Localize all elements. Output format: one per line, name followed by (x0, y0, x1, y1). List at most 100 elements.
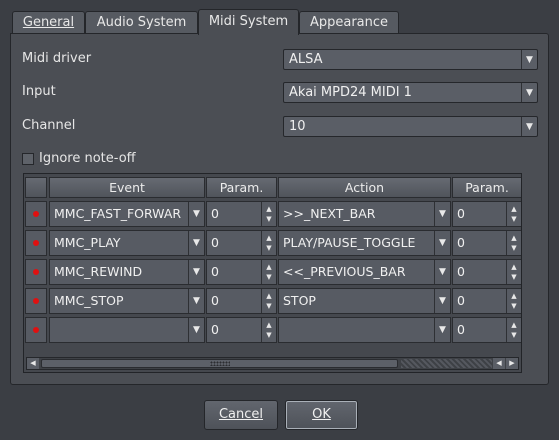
table-row-marker[interactable] (25, 259, 47, 285)
spin-down-icon[interactable]: ▼ (262, 301, 276, 311)
chevron-down-icon[interactable]: ▼ (188, 318, 204, 342)
spin-up-icon[interactable]: ▲ (507, 291, 521, 301)
spin-up-icon[interactable]: ▲ (262, 291, 276, 301)
chevron-down-icon[interactable]: ▼ (188, 289, 204, 313)
tab-general[interactable]: General (12, 11, 85, 33)
action-select[interactable]: STOP ▼ (278, 288, 451, 314)
event-select[interactable]: MMC_STOP ▼ (49, 288, 205, 314)
spin-down-icon[interactable]: ▼ (262, 330, 276, 340)
midi-driver-select[interactable]: ALSA ▼ (283, 49, 538, 70)
param2-spinbox[interactable]: 0 ▲ ▼ (452, 230, 521, 256)
action-value: PLAY/PAUSE_TOGGLE (283, 235, 416, 250)
chevron-down-icon[interactable]: ▼ (434, 231, 450, 255)
tab-appearance[interactable]: Appearance (299, 11, 399, 33)
spinner[interactable]: ▲ ▼ (261, 260, 276, 284)
spinner[interactable]: ▲ ▼ (506, 318, 521, 342)
spin-up-icon[interactable]: ▲ (262, 204, 276, 214)
table-row-marker[interactable] (25, 288, 47, 314)
chevron-down-icon[interactable]: ▼ (188, 260, 204, 284)
spin-down-icon[interactable]: ▼ (507, 330, 521, 340)
scrollbar-thumb[interactable] (41, 359, 398, 368)
midi-driver-label: Midi driver (22, 51, 92, 66)
param1-spinbox[interactable]: 0 ▲ ▼ (206, 230, 277, 256)
spinner[interactable]: ▲ ▼ (261, 202, 276, 226)
scroll-right-icon[interactable]: ▶ (506, 358, 518, 369)
spin-down-icon[interactable]: ▼ (507, 272, 521, 282)
spinner[interactable]: ▲ ▼ (506, 289, 521, 313)
chevron-down-icon[interactable]: ▼ (521, 83, 537, 102)
tab-midi-system[interactable]: Midi System (198, 9, 299, 35)
spin-down-icon[interactable]: ▼ (262, 214, 276, 224)
event-select[interactable]: MMC_FAST_FORWAR ▼ (49, 201, 205, 227)
scroll-left-icon[interactable]: ◀ (493, 358, 505, 369)
scroll-left-icon[interactable]: ◀ (27, 358, 39, 369)
tab-audio-system-label: Audio System (96, 15, 187, 30)
spinner[interactable]: ▲ ▼ (261, 318, 276, 342)
spinner[interactable]: ▲ ▼ (506, 231, 521, 255)
chevron-down-icon[interactable]: ▼ (188, 202, 204, 226)
spin-up-icon[interactable]: ▲ (507, 204, 521, 214)
chevron-down-icon[interactable]: ▼ (521, 50, 537, 69)
param2-spinbox[interactable]: 0 ▲ ▼ (452, 259, 521, 285)
event-select[interactable]: MMC_PLAY ▼ (49, 230, 205, 256)
spin-up-icon[interactable]: ▲ (262, 262, 276, 272)
event-select[interactable]: ▼ (49, 317, 205, 343)
param1-value: 0 (211, 235, 219, 250)
param1-spinbox[interactable]: 0 ▲ ▼ (206, 288, 277, 314)
spin-up-icon[interactable]: ▲ (262, 233, 276, 243)
action-select[interactable]: ▼ (278, 317, 451, 343)
tab-audio-system[interactable]: Audio System (85, 11, 198, 33)
horizontal-scrollbar[interactable]: ◀ ◀ ▶ (26, 357, 519, 370)
spin-down-icon[interactable]: ▼ (262, 272, 276, 282)
column-header-event[interactable]: Event (49, 177, 205, 198)
spin-down-icon[interactable]: ▼ (507, 243, 521, 253)
param1-spinbox[interactable]: 0 ▲ ▼ (206, 317, 277, 343)
chevron-down-icon[interactable]: ▼ (521, 117, 537, 136)
spinner[interactable]: ▲ ▼ (506, 202, 521, 226)
column-header-param2[interactable]: Param. (452, 177, 521, 198)
param2-spinbox[interactable]: 0 ▲ ▼ (452, 317, 521, 343)
spinner[interactable]: ▲ ▼ (506, 260, 521, 284)
spin-up-icon[interactable]: ▲ (507, 233, 521, 243)
event-select[interactable]: MMC_REWIND ▼ (49, 259, 205, 285)
spin-down-icon[interactable]: ▼ (507, 214, 521, 224)
chevron-down-icon[interactable]: ▼ (188, 231, 204, 255)
ignore-noteoff-checkbox[interactable] (22, 153, 34, 165)
grip-icon (210, 361, 230, 366)
spinner[interactable]: ▲ ▼ (261, 231, 276, 255)
column-header-marker[interactable] (25, 177, 47, 198)
spin-up-icon[interactable]: ▲ (507, 320, 521, 330)
spin-up-icon[interactable]: ▲ (262, 320, 276, 330)
table-row-marker[interactable] (25, 201, 47, 227)
action-value: <<_PREVIOUS_BAR (283, 264, 406, 279)
chevron-down-icon[interactable]: ▼ (434, 318, 450, 342)
table-row-marker[interactable] (25, 317, 47, 343)
action-select[interactable]: <<_PREVIOUS_BAR ▼ (278, 259, 451, 285)
ignore-noteoff-label[interactable]: Ignore note-off (39, 151, 136, 166)
spinner[interactable]: ▲ ▼ (261, 289, 276, 313)
column-header-param1[interactable]: Param. (206, 177, 277, 198)
param2-spinbox[interactable]: 0 ▲ ▼ (452, 288, 521, 314)
cancel-button[interactable]: Cancel (204, 400, 278, 430)
chevron-down-icon[interactable]: ▼ (434, 202, 450, 226)
param2-spinbox[interactable]: 0 ▲ ▼ (452, 201, 521, 227)
chevron-down-icon[interactable]: ▼ (434, 260, 450, 284)
action-select[interactable]: >>_NEXT_BAR ▼ (278, 201, 451, 227)
red-dot-icon (33, 298, 39, 304)
scrollbar-track[interactable] (401, 359, 492, 368)
red-dot-icon (33, 327, 39, 333)
spin-up-icon[interactable]: ▲ (507, 262, 521, 272)
column-header-action[interactable]: Action (278, 177, 451, 198)
spin-down-icon[interactable]: ▼ (507, 301, 521, 311)
action-value: STOP (283, 293, 316, 308)
param1-spinbox[interactable]: 0 ▲ ▼ (206, 259, 277, 285)
tab-midi-system-label: Midi System (208, 14, 289, 29)
table-row-marker[interactable] (25, 230, 47, 256)
param1-spinbox[interactable]: 0 ▲ ▼ (206, 201, 277, 227)
spin-down-icon[interactable]: ▼ (262, 243, 276, 253)
action-select[interactable]: PLAY/PAUSE_TOGGLE ▼ (278, 230, 451, 256)
channel-select[interactable]: 10 ▼ (283, 116, 538, 137)
input-select[interactable]: Akai MPD24 MIDI 1 ▼ (283, 82, 538, 103)
ok-button[interactable]: OK (285, 400, 358, 430)
chevron-down-icon[interactable]: ▼ (434, 289, 450, 313)
